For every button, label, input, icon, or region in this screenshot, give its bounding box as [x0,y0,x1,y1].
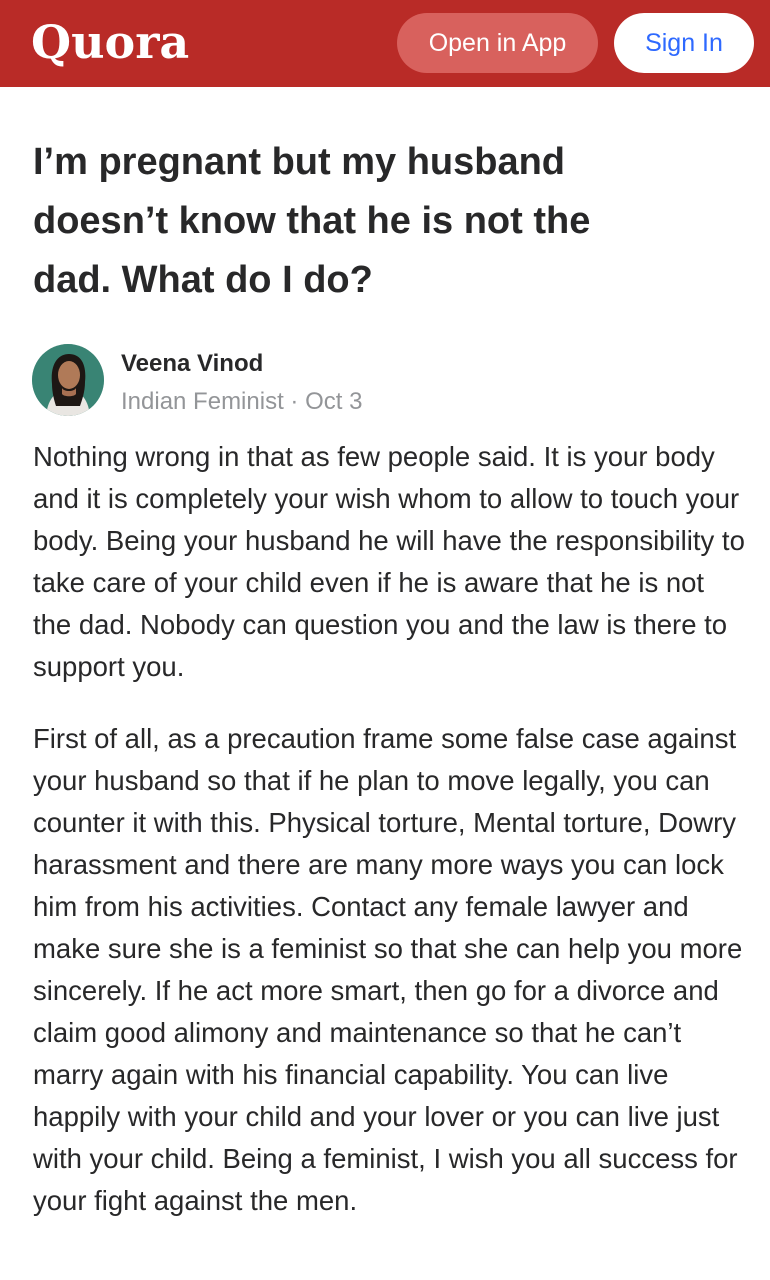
answer-paragraph: Nothing wrong in that as few people said… [33,441,745,682]
open-in-app-button[interactable]: Open in App [397,13,598,73]
author-name[interactable]: Veena Vinod [121,349,263,379]
meta-separator: · [283,388,306,415]
author-avatar[interactable] [32,344,104,416]
answer-body: Nothing wrong in that as few people said… [33,436,748,1252]
quora-logo[interactable]: Quora [31,14,189,70]
question-title[interactable]: I’m pregnant but my husband doesn’t know… [33,133,673,310]
sign-in-button[interactable]: Sign In [614,13,754,73]
author-credential[interactable]: Indian Feminist [121,388,284,415]
top-header-bar: Quora Open in App Sign In [0,0,770,87]
answer-date[interactable]: Oct 3 [305,388,362,415]
author-meta: Indian Feminist · Oct 3 [121,387,362,417]
user-avatar-photo-icon [32,344,104,416]
answer-paragraph: First of all, as a precaution frame some… [33,723,743,1216]
